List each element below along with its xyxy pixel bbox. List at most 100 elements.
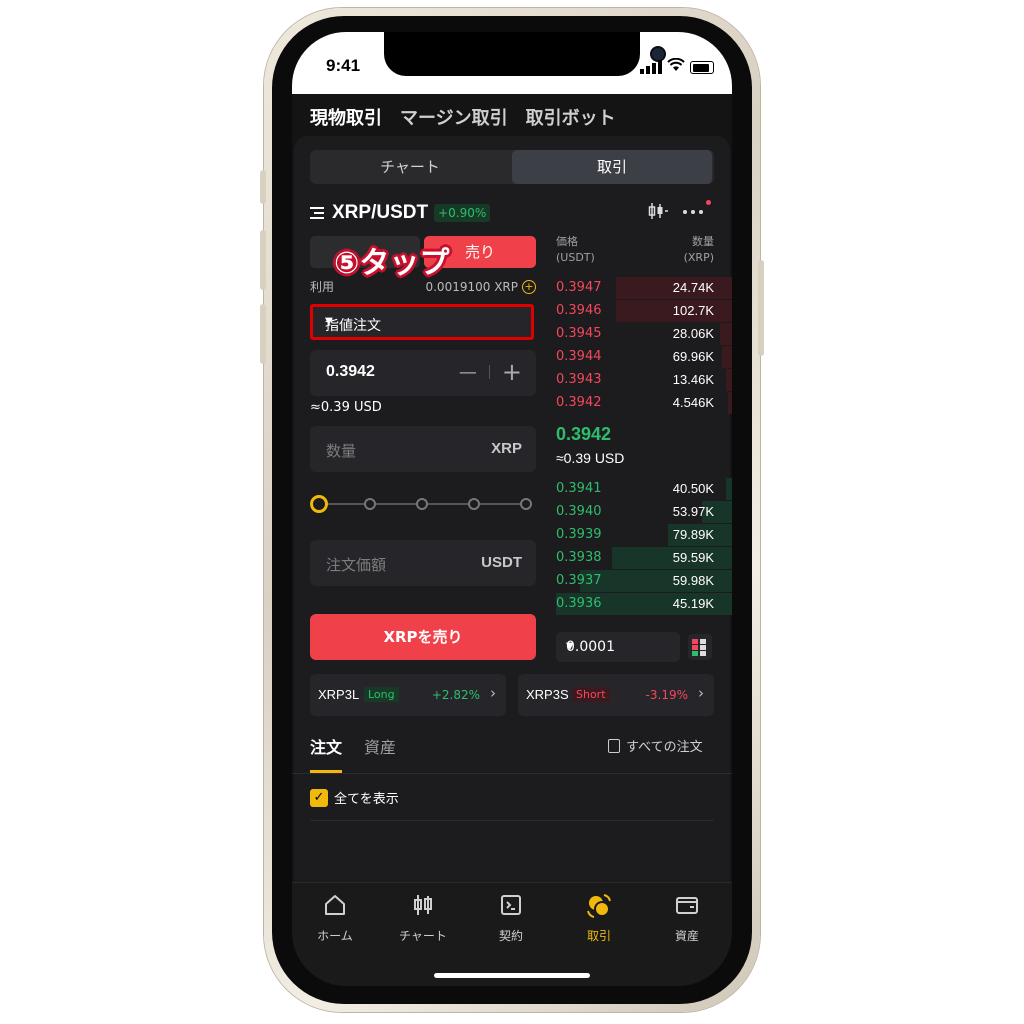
- more-icon[interactable]: [682, 202, 704, 220]
- nav-contract[interactable]: 契約: [476, 893, 546, 944]
- orderbook-layout-icon[interactable]: [688, 634, 712, 660]
- chevron-right-icon: ›: [698, 684, 704, 702]
- tab-trading-bot[interactable]: 取引ボット: [526, 104, 616, 130]
- leveraged-token-card-short[interactable]: XRP3S Short -3.19% ›: [518, 674, 714, 716]
- slider-stop-100[interactable]: [520, 498, 532, 510]
- order-type-select[interactable]: 指値注文 ▼: [310, 304, 534, 340]
- bid-row[interactable]: 0.3936 45.19K: [556, 593, 732, 615]
- menu-lines-icon[interactable]: [310, 206, 326, 220]
- quantity-input[interactable]: 数量 XRP: [310, 426, 536, 472]
- home-icon: [300, 893, 370, 927]
- pair-actions: [648, 202, 704, 220]
- notification-dot: [706, 200, 711, 205]
- pair-header[interactable]: XRP/USDT +0.90%: [310, 202, 491, 224]
- leveraged-token-card-long[interactable]: XRP3L Long +2.82% ›: [310, 674, 506, 716]
- orderbook-qty-unit: (XRP): [683, 251, 714, 264]
- sell-xrp-button[interactable]: XRPを売り: [310, 614, 536, 660]
- ask-price: 0.3943: [556, 372, 602, 387]
- nav-contract-label: 契約: [498, 929, 523, 943]
- segment-chart[interactable]: チャート: [310, 150, 510, 184]
- plus-icon[interactable]: +: [502, 358, 522, 386]
- show-all-label: 全てを表示: [334, 792, 399, 807]
- home-indicator[interactable]: [434, 973, 590, 978]
- depth-bar: [720, 323, 732, 345]
- bid-row[interactable]: 0.3940 53.97K: [556, 501, 732, 523]
- ask-row[interactable]: 0.3947 24.74K: [556, 277, 732, 299]
- leveraged-token-change: -3.19%: [645, 688, 688, 702]
- segment-trade[interactable]: 取引: [512, 150, 712, 184]
- tab-spot[interactable]: 現物取引: [310, 104, 382, 130]
- trade-icon: [564, 893, 634, 927]
- bid-qty: 59.98K: [672, 573, 714, 588]
- phone-screen: 9:41 現物取引 マージン取引 取引ボット チャート 取引 XRP/USDT …: [292, 32, 732, 986]
- depth-bar: [726, 369, 732, 391]
- order-tabs: 注文 資産: [310, 734, 396, 758]
- checkmark-icon[interactable]: ✓: [310, 788, 328, 807]
- status-bar: 9:41: [292, 32, 732, 94]
- caret-down-icon: ▼: [566, 641, 574, 652]
- price-value[interactable]: 0.3942: [326, 363, 375, 381]
- status-time: 9:41: [326, 56, 361, 75]
- slider-stop-50[interactable]: [416, 498, 428, 510]
- price-input[interactable]: 0.3942 — +: [310, 350, 536, 396]
- chart-trade-segment: チャート 取引: [310, 150, 714, 184]
- ask-price: 0.3942: [556, 395, 602, 410]
- tick-size-select[interactable]: 0.0001 ▼: [556, 632, 680, 662]
- order-amount-unit: USDT: [481, 554, 522, 571]
- bid-qty: 40.50K: [672, 481, 714, 496]
- candlestick-chart-icon[interactable]: [648, 202, 668, 220]
- last-price: 0.3942: [556, 424, 612, 444]
- ask-qty: 69.96K: [672, 349, 714, 364]
- amount-slider[interactable]: [310, 494, 536, 514]
- ask-qty: 102.7K: [672, 303, 714, 318]
- ask-price: 0.3946: [556, 303, 602, 318]
- orderbook-price-unit: (USDT): [556, 251, 595, 264]
- nav-home[interactable]: ホーム: [300, 893, 370, 944]
- tab-orders[interactable]: 注文: [310, 734, 342, 758]
- bid-qty: 79.89K: [672, 527, 714, 542]
- ask-row[interactable]: 0.3943 13.46K: [556, 369, 732, 391]
- nav-assets[interactable]: 資産: [652, 893, 722, 944]
- leveraged-token-name: XRP3L: [318, 687, 360, 702]
- nav-chart[interactable]: チャート: [388, 893, 458, 944]
- ask-qty: 28.06K: [672, 326, 714, 341]
- show-all-checkbox[interactable]: ✓ 全てを表示: [310, 788, 399, 807]
- tab-assets[interactable]: 資産: [364, 734, 396, 758]
- ask-row[interactable]: 0.3942 4.546K: [556, 392, 732, 414]
- slider-stop-75[interactable]: [468, 498, 480, 510]
- minus-icon[interactable]: —: [459, 362, 477, 383]
- bid-row[interactable]: 0.3941 40.50K: [556, 478, 732, 500]
- bid-row[interactable]: 0.3938 59.59K: [556, 547, 732, 569]
- tab-margin[interactable]: マージン取引: [400, 104, 508, 130]
- bid-price: 0.3936: [556, 596, 602, 611]
- divider: [310, 820, 714, 821]
- bid-row[interactable]: 0.3939 79.89K: [556, 524, 732, 546]
- bid-price: 0.3940: [556, 504, 602, 519]
- ask-row[interactable]: 0.3946 102.7K: [556, 300, 732, 322]
- nav-assets-label: 資産: [674, 929, 699, 943]
- ask-qty: 4.546K: [672, 395, 714, 410]
- bid-price: 0.3938: [556, 550, 602, 565]
- nav-trade[interactable]: 取引: [564, 893, 634, 944]
- quantity-placeholder: 数量: [326, 442, 357, 460]
- slider-handle[interactable]: [310, 495, 328, 513]
- ask-row[interactable]: 0.3945 28.06K: [556, 323, 732, 345]
- slider-stop-25[interactable]: [364, 498, 376, 510]
- orderbook-qty-header: 数量: [692, 235, 714, 248]
- available-label: 利用: [310, 280, 335, 294]
- pair-change-badge: +0.90%: [434, 204, 491, 222]
- top-tabs: 現物取引 マージン取引 取引ボット: [310, 104, 616, 130]
- mute-switch: [260, 170, 266, 204]
- pair-name[interactable]: XRP/USDT: [332, 202, 428, 224]
- bid-qty: 45.19K: [672, 596, 714, 611]
- bid-row[interactable]: 0.3937 59.98K: [556, 570, 732, 592]
- all-orders-link[interactable]: すべての注文: [608, 736, 703, 755]
- nav-home-label: ホーム: [317, 929, 353, 943]
- add-funds-icon[interactable]: +: [522, 279, 536, 294]
- order-amount-input[interactable]: 注文価額 USDT: [310, 540, 536, 586]
- ask-price: 0.3944: [556, 349, 602, 364]
- ask-row[interactable]: 0.3944 69.96K: [556, 346, 732, 368]
- caret-down-icon: ▼: [325, 316, 333, 327]
- divider: [292, 773, 732, 774]
- short-badge: Short: [572, 687, 610, 702]
